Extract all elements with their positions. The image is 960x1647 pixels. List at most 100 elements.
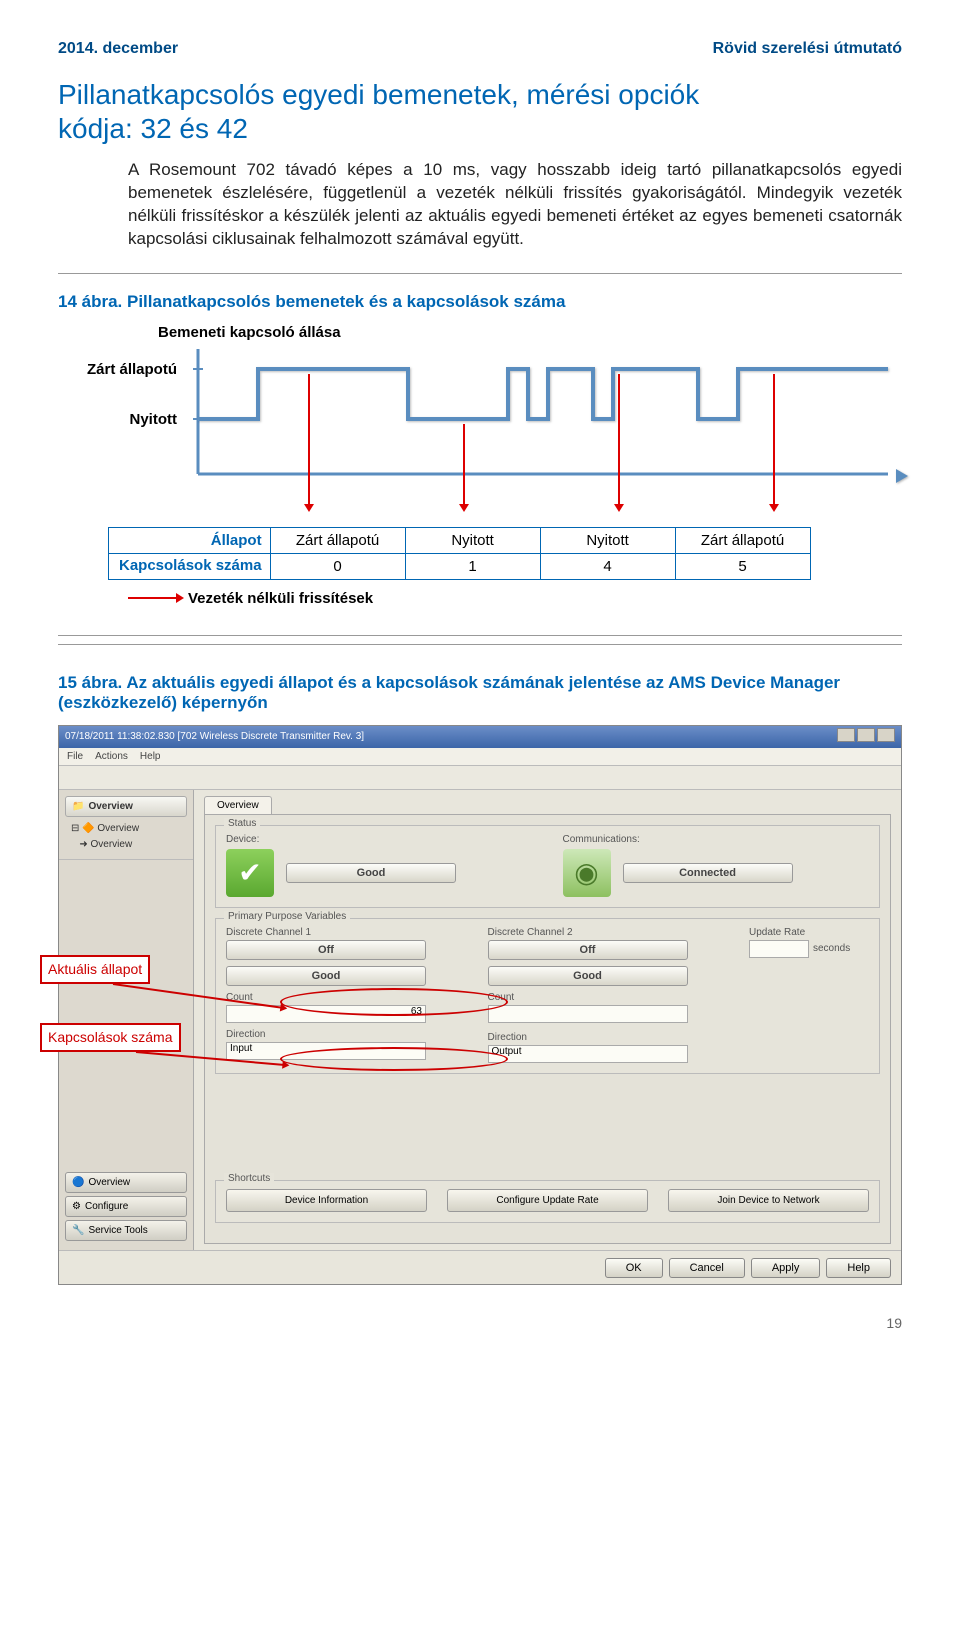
table-row: Állapot Zárt állapotú Nyitott Nyitott Zá… [109, 527, 811, 553]
separator [58, 635, 902, 636]
legend-arrow-icon [128, 597, 178, 599]
cell-count-1: 1 [405, 553, 540, 579]
label-comm: Communications: [563, 834, 870, 845]
shortcut-config-update[interactable]: Configure Update Rate [447, 1189, 648, 1212]
ch2-off: Off [488, 940, 688, 960]
label-ch1: Discrete Channel 1 [226, 927, 458, 938]
separator [58, 644, 902, 645]
shortcut-join-network[interactable]: Join Device to Network [668, 1189, 869, 1212]
sidebar-btn-configure[interactable]: ⚙Configure [65, 1196, 187, 1217]
update-marker-1 [308, 374, 310, 504]
update-marker-4 [773, 374, 775, 504]
device-status-value: Good [286, 863, 456, 883]
section-title: Pillanatkapcsolós egyedi bemenetek, méré… [58, 78, 902, 145]
channel-2-col: Discrete Channel 2 Off Good Count Direct… [488, 927, 720, 1063]
update-marker-3 [618, 374, 620, 504]
row-hdr-state: Állapot [109, 527, 271, 553]
sidebar-header-label: Overview [88, 801, 132, 812]
cell-count-3: 5 [675, 553, 810, 579]
btn-label: Service Tools [88, 1225, 147, 1236]
cell-state-1: Nyitott [405, 527, 540, 553]
sidebar-header[interactable]: 📁 Overview [65, 796, 187, 817]
window-buttons[interactable] [835, 728, 895, 745]
figure15-container: Aktuális állapot Kapcsolások száma 07/18… [58, 725, 902, 1285]
header-date: 2014. december [58, 40, 178, 58]
title-line-1: Pillanatkapcsolós egyedi bemenetek, méré… [58, 79, 699, 110]
annotation-count: Kapcsolások száma [40, 1023, 181, 1052]
sidebar-tree[interactable]: ⊟ 🔶 Overview ➜ Overview [65, 821, 187, 853]
window-title: 07/18/2011 11:38:02.830 [702 Wireless Di… [65, 731, 364, 742]
dir2-value[interactable]: Output [488, 1045, 688, 1063]
tree-node-1[interactable]: Overview [97, 823, 139, 834]
figure15-caption: 15 ábra. Az aktuális egyedi állapot és a… [58, 673, 902, 713]
update-rate-value[interactable] [749, 940, 809, 958]
menu-help[interactable]: Help [140, 751, 161, 762]
menu-actions[interactable]: Actions [95, 751, 128, 762]
maximize-icon[interactable] [857, 728, 875, 742]
group-status: Status Device: ✔ Good Communications: [215, 825, 880, 908]
tree-node-2[interactable]: Overview [91, 839, 133, 850]
row-hdr-count: Kapcsolások száma [109, 553, 271, 579]
highlight-oval-state [280, 988, 508, 1016]
menu-file[interactable]: File [67, 751, 83, 762]
annotation-state: Aktuális állapot [40, 955, 150, 984]
legend-label: Vezeték nélküli frissítések [188, 590, 373, 607]
label-dir1: Direction [226, 1029, 458, 1040]
group-shortcuts: Shortcuts Device Information Configure U… [215, 1180, 880, 1223]
title-line-2: kódja: 32 és 42 [58, 113, 248, 144]
cell-state-2: Nyitott [540, 527, 675, 553]
sidebar-btn-service[interactable]: 🔧 Service Tools [65, 1220, 187, 1241]
ok-button[interactable]: OK [605, 1258, 663, 1278]
figure14-caption: 14 ábra. Pillanatkapcsolós bemenetek és … [58, 292, 902, 312]
label-count2: Count [488, 992, 720, 1003]
shortcut-device-info[interactable]: Device Information [226, 1189, 427, 1212]
state-table: Állapot Zárt állapotú Nyitott Nyitott Zá… [108, 527, 811, 580]
main-area: 📁 Overview ⊟ 🔶 Overview ➜ Overview 🔵 Over… [59, 790, 901, 1250]
page-header: 2014. december Rövid szerelési útmutató [58, 40, 902, 58]
page-number: 19 [58, 1315, 902, 1331]
window-titlebar[interactable]: 07/18/2011 11:38:02.830 [702 Wireless Di… [59, 726, 901, 748]
ch1-off: Off [226, 940, 426, 960]
tab-overview[interactable]: Overview [204, 796, 272, 814]
menubar[interactable]: File Actions Help [59, 748, 901, 766]
cancel-button[interactable]: Cancel [669, 1258, 745, 1278]
cell-state-0: Zárt állapotú [270, 527, 405, 553]
wrench-icon: 🔧 [72, 1225, 84, 1236]
ch1-good: Good [226, 966, 426, 986]
body-paragraph: A Rosemount 702 távadó képes a 10 ms, va… [128, 159, 902, 251]
label-device: Device: [226, 834, 533, 845]
btn-label: Overview [88, 1177, 130, 1188]
label-seconds: seconds [813, 943, 850, 954]
sidebar-btn-overview[interactable]: 🔵 Overview [65, 1172, 187, 1193]
cell-count-0: 0 [270, 553, 405, 579]
close-icon[interactable] [877, 728, 895, 742]
label-update-rate: Update Rate [749, 927, 869, 938]
folder-icon: 📁 [72, 801, 84, 812]
ch2-good: Good [488, 966, 688, 986]
update-rate-col: Update Rate seconds [749, 927, 869, 1063]
check-icon: ✔ [226, 849, 274, 897]
y-label-open: Nyitott [130, 411, 178, 428]
content-area: Overview Status Device: ✔ Good [194, 790, 901, 1250]
label-dir2: Direction [488, 1032, 720, 1043]
toolbar[interactable] [59, 766, 901, 790]
minimize-icon[interactable] [837, 728, 855, 742]
sidebar: 📁 Overview ⊟ 🔶 Overview ➜ Overview 🔵 Over… [59, 790, 194, 1250]
figure14-chart: Zárt állapotú Nyitott [58, 349, 902, 499]
cell-count-2: 4 [540, 553, 675, 579]
btn-label: Configure [85, 1201, 128, 1212]
help-button[interactable]: Help [826, 1258, 891, 1278]
update-marker-2 [463, 424, 465, 504]
separator [58, 273, 902, 274]
comm-status-value: Connected [623, 863, 793, 883]
apply-button[interactable]: Apply [751, 1258, 821, 1278]
label-ch2: Discrete Channel 2 [488, 927, 720, 938]
cell-state-3: Zárt állapotú [675, 527, 810, 553]
overview-icon: 🔵 [72, 1177, 84, 1188]
x-axis-arrow-icon [896, 469, 908, 483]
y-label-closed: Zárt állapotú [87, 361, 177, 378]
chart-axes [198, 349, 898, 479]
count2-value[interactable] [488, 1005, 688, 1023]
header-title: Rövid szerelési útmutató [713, 40, 902, 58]
table-row: Kapcsolások száma 0 1 4 5 [109, 553, 811, 579]
